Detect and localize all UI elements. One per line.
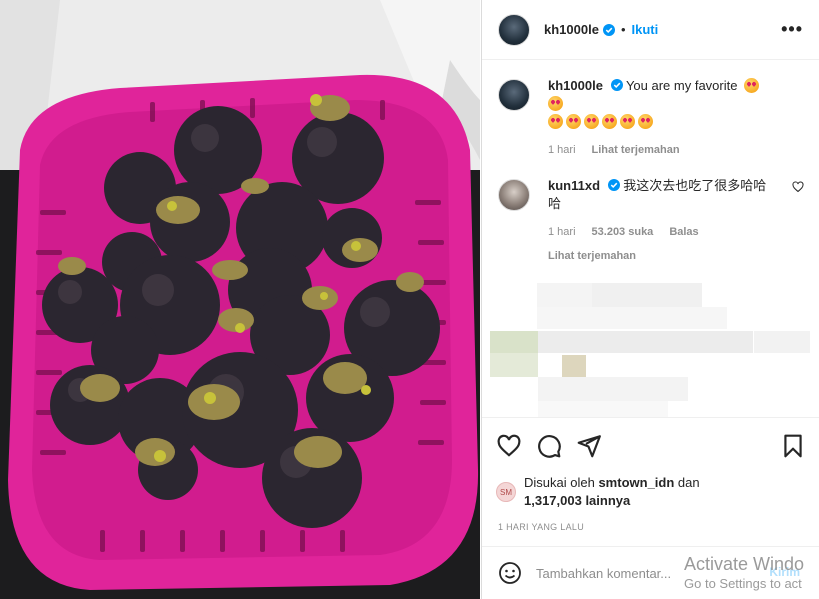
post-header: kh1000le • Ikuti ••• <box>482 0 819 60</box>
mangosteen-basket-image <box>0 0 480 599</box>
likes-count[interactable]: 1,317,003 lainnya <box>524 493 630 508</box>
comment-bubble-icon[interactable] <box>536 433 562 459</box>
author-username[interactable]: kh1000le <box>544 22 599 37</box>
blurred-comments <box>482 283 819 417</box>
post-sidebar: kh1000le • Ikuti ••• kh1000le You are my… <box>481 0 819 599</box>
like-heart-icon[interactable] <box>496 433 522 459</box>
see-translation-link[interactable]: Lihat terjemahan <box>548 247 768 265</box>
post-timestamp: 1 HARI YANG LALU <box>498 522 584 532</box>
share-send-icon[interactable] <box>576 433 602 459</box>
liked-by-row: SM Disukai oleh smtown_idn dan 1,317,003… <box>496 474 806 510</box>
comment-meta: 1 hari Lihat terjemahan <box>548 141 768 159</box>
comment-text: You are my favorite <box>625 78 738 93</box>
comments-list[interactable]: kh1000le You are my favorite 1 hari Liha… <box>482 61 819 417</box>
send-comment-button[interactable]: Kirim <box>769 565 800 579</box>
see-translation-link[interactable]: Lihat terjemahan <box>592 141 680 159</box>
heart-eyes-emoji-icon <box>602 114 617 129</box>
reply-comment: kun11xd 我这次去也吃了很多哈哈哈 1 hari 53.203 suka … <box>498 177 804 265</box>
verified-badge-icon <box>607 179 620 191</box>
heart-eyes-emoji-icon <box>638 114 653 129</box>
emoji-row <box>548 113 768 131</box>
heart-eyes-emoji-icon <box>584 114 599 129</box>
verified-badge-icon <box>602 23 615 36</box>
add-comment-bar: Kirim <box>482 546 819 599</box>
action-bar <box>496 432 806 460</box>
heart-eyes-emoji-icon <box>548 114 563 129</box>
like-comment-heart-icon[interactable] <box>792 181 804 193</box>
header-separator: • <box>620 22 626 37</box>
comment-username[interactable]: kh1000le <box>548 78 603 93</box>
heart-eyes-emoji-icon <box>566 114 581 129</box>
save-bookmark-icon[interactable] <box>780 433 806 459</box>
heart-eyes-emoji-icon <box>620 114 635 129</box>
liked-by-avatar[interactable]: SM <box>496 482 516 502</box>
verified-badge-icon <box>610 79 623 91</box>
liked-by-user[interactable]: smtown_idn <box>598 475 674 490</box>
comment-username[interactable]: kun11xd <box>548 178 600 193</box>
post-photo[interactable] <box>0 0 480 599</box>
add-comment-input[interactable] <box>536 565 736 581</box>
author-avatar[interactable] <box>498 13 530 46</box>
comment-likes[interactable]: 53.203 suka <box>592 223 654 241</box>
comment-avatar[interactable] <box>498 79 530 111</box>
comment-time: 1 hari <box>548 144 576 156</box>
liked-by-text[interactable]: Disukai oleh smtown_idn dan 1,317,003 la… <box>524 474 700 510</box>
reply-button[interactable]: Balas <box>669 223 698 241</box>
post-actions: SM Disukai oleh smtown_idn dan 1,317,003… <box>482 417 819 532</box>
follow-button[interactable]: Ikuti <box>632 22 659 37</box>
comment-meta: 1 hari 53.203 suka Balas <box>548 223 768 241</box>
comment-avatar[interactable] <box>498 179 530 211</box>
heart-eyes-emoji-icon <box>548 96 563 111</box>
caption-comment: kh1000le You are my favorite 1 hari Liha… <box>498 77 804 159</box>
emoji-picker-icon[interactable] <box>498 561 522 585</box>
more-options-icon[interactable]: ••• <box>781 19 803 40</box>
heart-eyes-emoji-icon <box>744 78 760 93</box>
comment-time: 1 hari <box>548 226 576 238</box>
